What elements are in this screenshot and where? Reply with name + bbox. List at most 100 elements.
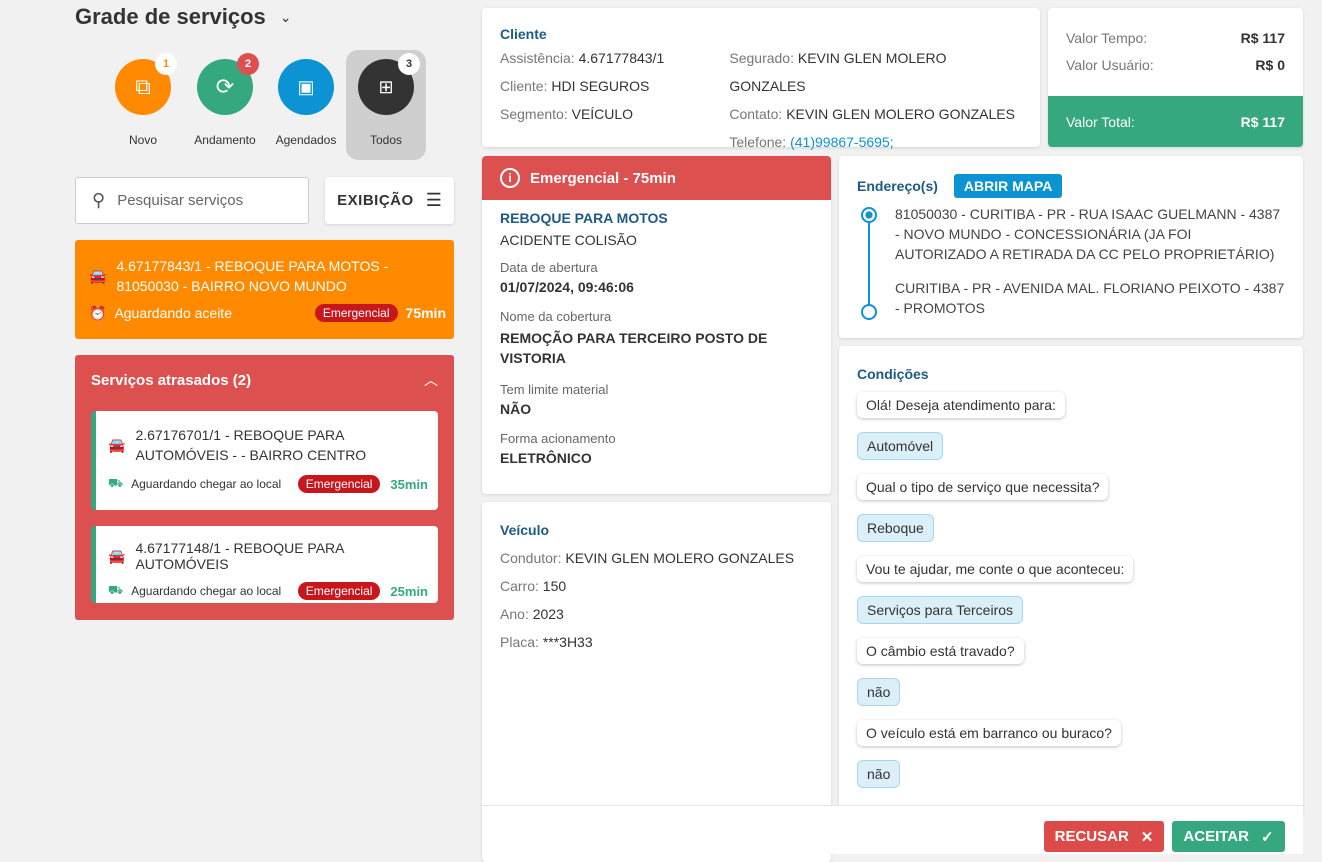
label: Placa:: [500, 634, 539, 650]
driver: KEVIN GLEN MOLERO GONZALES: [565, 550, 795, 566]
contact-name: KEVIN GLEN MOLERO GONZALES: [786, 106, 1015, 122]
tow-truck-icon: ⛟: [108, 476, 124, 490]
emergency-badge: Emergencial: [297, 475, 381, 493]
car-icon: 🚘: [89, 267, 107, 284]
label: Contato:: [729, 106, 783, 122]
label: Telefone:: [729, 134, 787, 150]
close-icon: ✕: [1140, 828, 1154, 846]
service-title: 4.67177148/1 - REBOQUE PARA AUTOMÓVEIS: [135, 540, 344, 572]
emergency-badge: Emergencial: [314, 304, 398, 322]
category-label: Andamento: [194, 133, 256, 147]
reject-button[interactable]: RECUSAR ✕: [1044, 821, 1164, 852]
destination-address: CURITIBA - PR - AVENIDA MAL. FLORIANO PE…: [895, 280, 1285, 316]
label: Ano:: [500, 606, 529, 622]
activation-form: ELETRÔNICO: [500, 450, 592, 466]
client-name: HDI SEGUROS: [551, 78, 650, 94]
origin-address: 81050030 - CURITIBA - PR - RUA ISAAC GUE…: [895, 206, 1281, 262]
values-card: Valor Tempo: R$ 117 Valor Usuário: R$ 0 Va…: [1048, 8, 1303, 147]
plate: ***3H33: [542, 634, 593, 650]
conditions-card: Condições Olá! Deseja atendimento para: A…: [839, 346, 1303, 816]
segment: VEÍCULO: [571, 106, 634, 122]
search-placeholder: Pesquisar serviços: [117, 192, 244, 209]
info-icon: i: [500, 168, 520, 188]
late-service-card[interactable]: 🚘 4.67177148/1 - REBOQUE PARA AUTOMÓVEIS …: [91, 526, 438, 603]
open-map-button[interactable]: ABRIR MAPA: [953, 174, 1063, 198]
chevron-up-icon: ︿: [424, 372, 438, 388]
alarm-icon: ⏰: [89, 304, 107, 321]
car-icon: 🚘: [108, 436, 126, 453]
late-service-card[interactable]: 🚘 2.67176701/1 - REBOQUE PARA AUTOMÓVEIS …: [91, 411, 438, 510]
add-copy-icon: ⧉: [135, 74, 151, 99]
answer-bubble: não: [857, 678, 901, 706]
service-details-card: i Emergencial - 75min REBOQUE PARA MOTOS…: [482, 156, 831, 494]
label: Condutor:: [500, 550, 562, 566]
car-icon: 🚘: [108, 547, 126, 564]
answer-bubble: Serviços para Terceiros: [857, 596, 1024, 624]
question-bubble: Qual o tipo de serviço que necessita?: [857, 474, 1109, 500]
label: Assistência:: [500, 50, 575, 66]
late-services-panel: Serviços atrasados (2) ︿ 🚘 2.67176701/1 -…: [75, 355, 454, 620]
answer-bubble: não: [857, 760, 901, 788]
field-label: Forma acionamento: [500, 431, 616, 446]
label: Valor Tempo:: [1066, 30, 1148, 46]
answer-bubble: Reboque: [857, 514, 934, 542]
origin-dot-icon: [861, 207, 877, 223]
category-label: Todos: [369, 133, 403, 147]
check-icon: ✓: [1260, 828, 1274, 846]
address-card: Endereço(s) ABRIR MAPA 81050030 - CURITI…: [839, 156, 1303, 338]
service-time: 35min: [390, 476, 428, 492]
count-badge: 2: [237, 53, 259, 75]
accept-label: ACEITAR: [1183, 828, 1249, 845]
late-services-title: Serviços atrasados (2): [91, 371, 252, 389]
car: 150: [542, 578, 567, 594]
active-service-card[interactable]: 🚘 4.67177843/1 - REBOQUE PARA MOTOS - 81…: [75, 240, 454, 339]
label: Segmento:: [500, 106, 568, 122]
display-label: EXIBIÇÃO: [337, 192, 414, 209]
question-bubble: Olá! Deseja atendimento para:: [857, 392, 1065, 418]
service-time: 75min: [405, 305, 446, 321]
service-status: Aguardando chegar ao local: [131, 477, 282, 491]
service-type: REBOQUE PARA MOTOS: [500, 210, 668, 226]
coverage-name: REMOÇÃO PARA TERCEIRO POSTO DE VISTORIA: [500, 330, 768, 366]
search-input[interactable]: ⚲ Pesquisar serviços: [75, 177, 309, 224]
late-services-header[interactable]: Serviços atrasados (2) ︿: [91, 355, 438, 405]
category-todos[interactable]: ⊞ 3 Todos: [346, 50, 426, 160]
page-title: Grade de serviços: [75, 4, 266, 29]
emergency-header: Emergencial - 75min: [530, 169, 676, 187]
tow-truck-icon: ⛟: [108, 583, 124, 597]
page-title-dropdown[interactable]: Grade de serviços ⌄: [75, 4, 292, 30]
reject-label: RECUSAR: [1054, 828, 1129, 845]
chevron-down-icon: ⌄: [279, 8, 292, 25]
emergency-badge: Emergencial: [297, 582, 381, 600]
field-label: Tem limite material: [500, 382, 609, 397]
count-badge: 1: [155, 53, 177, 75]
service-title: 4.67177843/1 - REBOQUE PARA MOTOS - 8105…: [116, 258, 389, 294]
refresh-icon: ⟳: [215, 74, 235, 99]
label: Carro:: [500, 578, 539, 594]
service-status: Aguardando chegar ao local: [131, 584, 282, 598]
category-agendados[interactable]: ▣ Agendados: [266, 50, 346, 160]
question-bubble: O câmbio está travado?: [857, 638, 1024, 664]
destination-dot-icon: [861, 304, 877, 320]
time-value: R$ 117: [1240, 30, 1285, 46]
conditions-title: Condições: [857, 366, 929, 382]
service-title: 2.67176701/1 - REBOQUE PARA AUTOMÓVEIS -…: [135, 427, 367, 463]
count-badge: 3: [398, 53, 420, 75]
sliders-icon: ☰: [425, 190, 442, 210]
user-value: R$ 0: [1255, 57, 1285, 73]
opening-date: 01/07/2024, 09:46:06: [500, 279, 634, 295]
service-status: Aguardando aceite: [114, 305, 232, 321]
client-title: Cliente: [500, 26, 547, 42]
vehicle-title: Veículo: [500, 522, 550, 538]
display-button[interactable]: EXIBIÇÃO ☰: [325, 177, 454, 224]
calendar-icon: ▣: [297, 76, 315, 97]
field-label: Data de abertura: [500, 260, 598, 275]
accept-button[interactable]: ACEITAR ✓: [1172, 821, 1285, 852]
category-andamento[interactable]: ⟳ 2 Andamento: [185, 50, 265, 160]
question-bubble: O veículo está em barranco ou buraco?: [857, 720, 1121, 746]
question-bubble: Vou te ajudar, me conte o que aconteceu:: [857, 556, 1134, 582]
answer-bubble: Automóvel: [857, 432, 944, 460]
service-cause: ACIDENTE COLISÃO: [500, 232, 637, 248]
phone-link[interactable]: (41)99867-5695;: [790, 134, 894, 150]
category-novo[interactable]: ⧉ 1 Novo: [103, 50, 183, 160]
